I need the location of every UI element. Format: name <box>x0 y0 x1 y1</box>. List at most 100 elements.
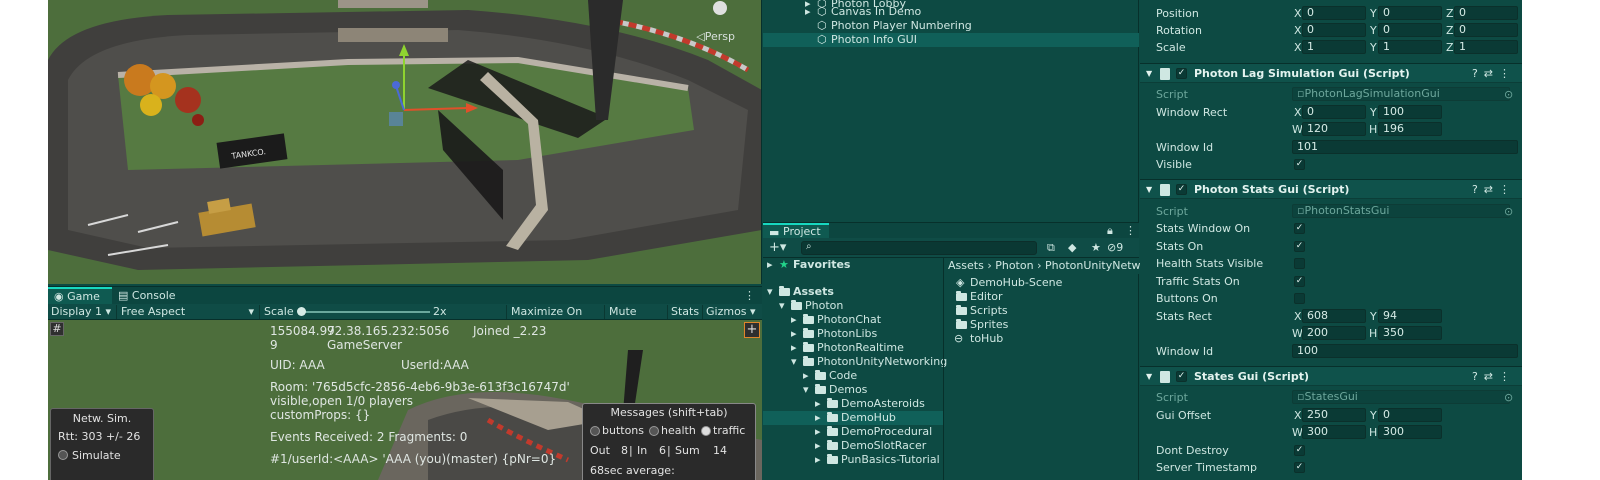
window-rect-x-field[interactable]: 0 <box>1302 105 1366 119</box>
dont-destroy-checkbox[interactable]: ✓ <box>1294 445 1305 456</box>
tree-item[interactable]: ▸ DemoSlotRacer <box>763 439 943 453</box>
mute-audio-toggle[interactable]: Mute Audio <box>606 304 666 333</box>
breadcrumb-photon[interactable]: Photon <box>995 259 1033 272</box>
game-view[interactable]: # + 155084.97 92.38.165.232:5056 Joined … <box>48 320 762 480</box>
expand-arrow-icon[interactable]: ▸ <box>815 397 821 411</box>
hierarchy-item[interactable]: ▸ ⬡ Canvas In Demo <box>763 5 1139 19</box>
component-enabled-checkbox[interactable]: ✓ <box>1176 68 1187 79</box>
collapse-arrow-icon[interactable]: ▼ <box>1146 180 1152 199</box>
rotation-x-field[interactable]: 0 <box>1302 23 1366 37</box>
stats-window-id-field[interactable]: 100 <box>1292 344 1518 358</box>
simulate-toggle[interactable] <box>58 450 68 460</box>
window-id-field[interactable]: 101 <box>1292 140 1518 154</box>
buttons-on-checkbox[interactable] <box>1294 293 1305 304</box>
tree-item[interactable]: ▾ Assets <box>763 285 943 299</box>
expand-arrow-icon[interactable]: ▸ <box>815 411 821 425</box>
lock-icon[interactable]: 🔒︎ <box>1107 224 1113 238</box>
display-dropdown[interactable]: Display 1 ▾ <box>48 304 116 320</box>
aspect-dropdown[interactable]: Free Aspect ▾ <box>118 304 258 320</box>
hierarchy-item-selected[interactable]: ⬡ Photon Info GUI <box>763 33 1139 47</box>
scene-view[interactable]: TANKCO. ◁Persp <box>48 0 762 284</box>
hash-button[interactable]: # <box>50 322 64 336</box>
project-more-menu-icon[interactable]: ⋮ <box>1125 224 1136 237</box>
window-rect-y-field[interactable]: 100 <box>1378 105 1442 119</box>
filter-by-label-icon[interactable]: ◆ <box>1068 241 1076 254</box>
gui-offset-y-field[interactable]: 0 <box>1378 408 1442 422</box>
scale-y-field[interactable]: 1 <box>1378 40 1442 54</box>
context-menu-icon[interactable]: ⋮ <box>1499 183 1516 196</box>
stats-window-on-checkbox[interactable]: ✓ <box>1294 223 1305 234</box>
help-icon[interactable]: ? <box>1472 67 1484 80</box>
asset-item[interactable]: Sprites <box>944 318 1140 332</box>
component-enabled-checkbox[interactable]: ✓ <box>1176 184 1187 195</box>
favorites-star-icon[interactable]: ★ <box>1091 241 1101 254</box>
asset-item[interactable]: ⊖ toHub <box>944 332 1140 346</box>
scale-slider-track[interactable] <box>298 311 430 313</box>
object-picker-icon[interactable]: ⊙ <box>1504 389 1513 406</box>
collapse-arrow-icon[interactable]: ▼ <box>1146 64 1152 83</box>
expand-arrow-icon[interactable]: ▸ <box>815 453 821 467</box>
breadcrumb-pun[interactable]: PhotonUnityNetwo <box>1045 259 1140 272</box>
window-rect-h-field[interactable]: 196 <box>1378 122 1442 136</box>
collapse-arrow-icon[interactable]: ▼ <box>1146 367 1152 386</box>
expand-arrow-icon[interactable]: ▸ <box>791 327 797 341</box>
health-stats-checkbox[interactable] <box>1294 258 1305 269</box>
gui-offset-h-field[interactable]: 300 <box>1378 425 1442 439</box>
stats-rect-x-field[interactable]: 608 <box>1302 309 1366 323</box>
stats-script-field[interactable]: ▫PhotonStatsGui <box>1292 204 1510 218</box>
stats-rect-y-field[interactable]: 94 <box>1378 309 1442 323</box>
asset-item[interactable]: ◈ DemoHub-Scene <box>944 276 1140 290</box>
scale-x-field[interactable]: 1 <box>1302 40 1366 54</box>
object-picker-icon[interactable]: ⊙ <box>1504 203 1513 220</box>
scale-slider-thumb[interactable] <box>297 307 306 316</box>
window-rect-w-field[interactable]: 120 <box>1302 122 1366 136</box>
game-more-menu-icon[interactable]: ⋮ <box>744 287 758 305</box>
create-plus-icon[interactable]: +▾ <box>769 240 786 255</box>
server-timestamp-checkbox[interactable]: ✓ <box>1294 462 1305 473</box>
gui-offset-w-field[interactable]: 300 <box>1302 425 1366 439</box>
add-button[interactable]: + <box>744 322 760 338</box>
tab-project[interactable]: ▬ Project <box>763 223 829 239</box>
tab-console[interactable]: ▤ Console <box>118 287 198 305</box>
gizmos-toggle[interactable]: Gizmos <box>703 304 747 320</box>
asset-item[interactable]: Editor <box>944 290 1140 304</box>
expand-arrow-icon[interactable]: ▸ <box>767 258 773 272</box>
gui-offset-x-field[interactable]: 250 <box>1302 408 1366 422</box>
help-icon[interactable]: ? <box>1472 183 1484 196</box>
hidden-packages-icon[interactable]: ⊘9 <box>1107 241 1123 254</box>
states-script-field[interactable]: ▫StatesGui <box>1292 390 1510 404</box>
component-enabled-checkbox[interactable]: ✓ <box>1176 371 1187 382</box>
breadcrumb-assets[interactable]: Assets <box>948 259 984 272</box>
tree-item[interactable]: ▾ PhotonUnityNetworking <box>763 355 947 369</box>
health-toggle[interactable] <box>649 426 659 436</box>
expand-arrow-icon[interactable]: ▸ <box>791 313 797 327</box>
favorites-row[interactable]: ▸ ★ Favorites <box>763 258 943 272</box>
project-search-input[interactable]: ⌕ <box>801 241 1037 255</box>
tree-item[interactable]: ▸ Code <box>763 369 943 383</box>
filter-by-type-icon[interactable]: ⧉ <box>1047 241 1055 255</box>
position-x-field[interactable]: 0 <box>1302 6 1366 20</box>
traffic-stats-checkbox[interactable]: ✓ <box>1294 276 1305 287</box>
tree-item[interactable]: ▸ PhotonChat <box>763 313 943 327</box>
position-z-field[interactable]: 0 <box>1454 6 1518 20</box>
rotation-z-field[interactable]: 0 <box>1454 23 1518 37</box>
traffic-toggle[interactable] <box>701 426 711 436</box>
buttons-toggle[interactable] <box>590 426 600 436</box>
tree-item[interactable]: ▸ PhotonRealtime <box>763 341 943 355</box>
tab-game[interactable]: ◉ Game <box>48 287 112 305</box>
position-y-field[interactable]: 0 <box>1378 6 1442 20</box>
stats-rect-w-field[interactable]: 200 <box>1302 326 1366 340</box>
tree-item-selected[interactable]: ▸ DemoHub <box>763 411 943 425</box>
stats-toggle[interactable]: Stats <box>668 304 702 320</box>
tree-item[interactable]: ▸ DemoAsteroids <box>763 397 943 411</box>
maximize-on-play-toggle[interactable]: Maximize On Play <box>508 304 602 333</box>
tree-item[interactable]: ▸ PhotonLibs <box>763 327 943 341</box>
preset-icon[interactable]: ⇄ <box>1484 183 1499 196</box>
help-icon[interactable]: ? <box>1472 370 1484 383</box>
tree-item[interactable]: ▾ Photon <box>763 299 943 313</box>
scale-z-field[interactable]: 1 <box>1454 40 1518 54</box>
tree-item[interactable]: ▸ DemoProcedural <box>763 425 943 439</box>
states-gui-component-header[interactable]: ▼ ✓ States Gui (Script) ?⇄⋮ <box>1140 366 1522 386</box>
expand-arrow-icon[interactable]: ▸ <box>791 341 797 355</box>
preset-icon[interactable]: ⇄ <box>1484 67 1499 80</box>
